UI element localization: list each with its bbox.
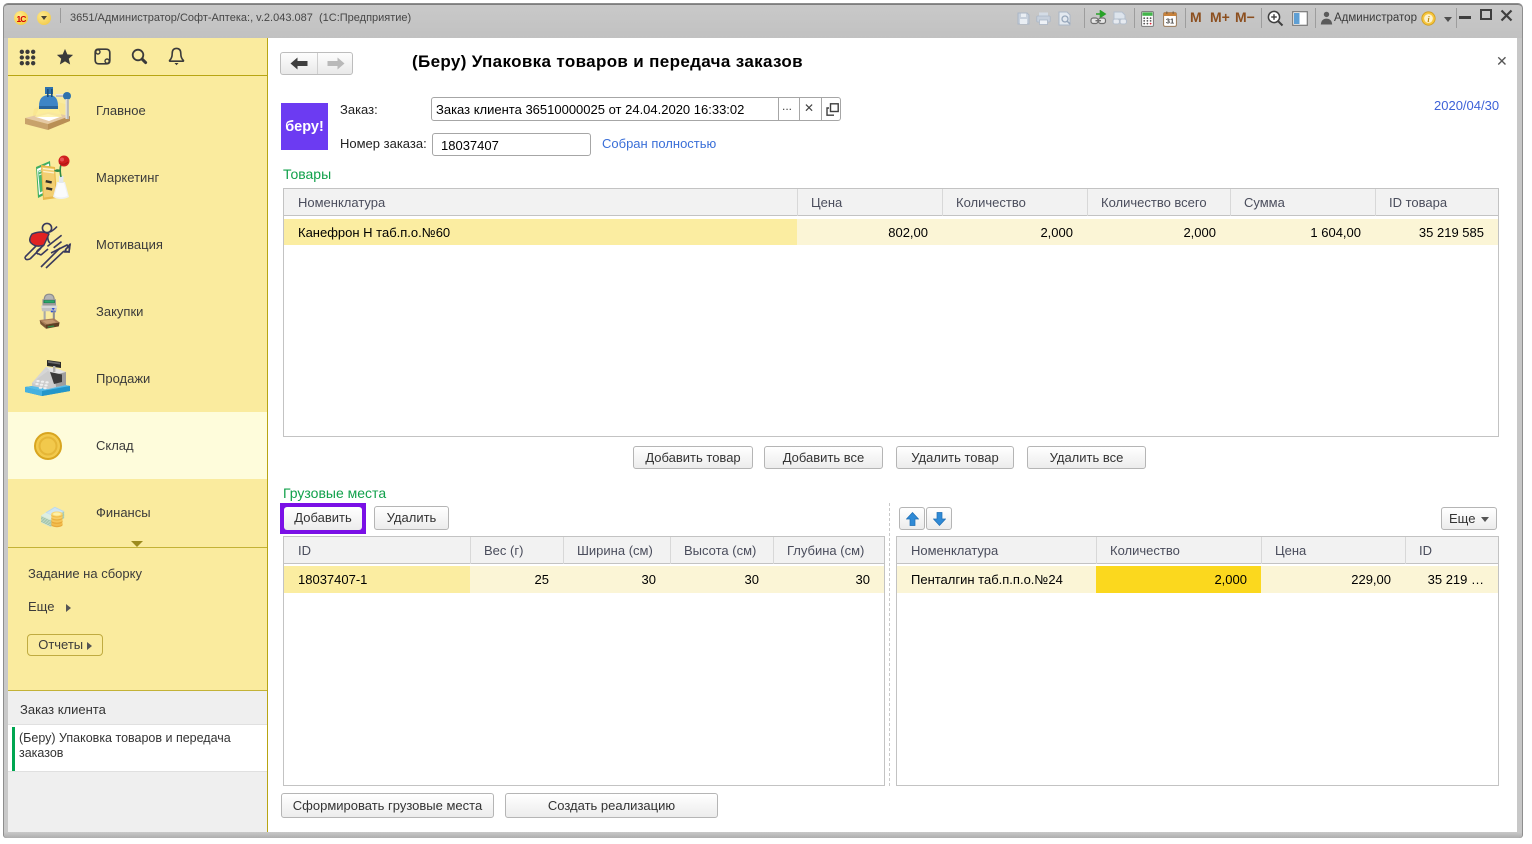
svg-text:31: 31: [1166, 17, 1174, 26]
